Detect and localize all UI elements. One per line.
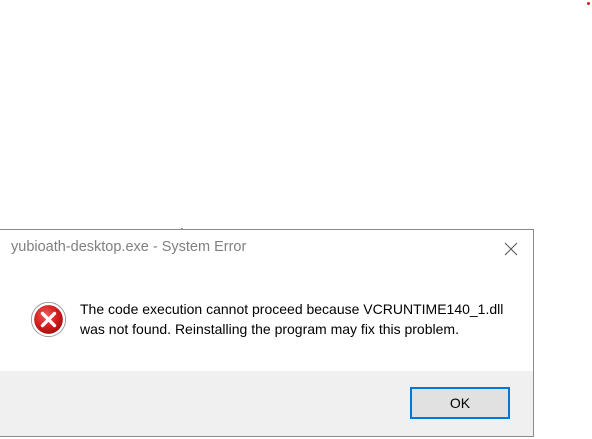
close-button[interactable]	[488, 230, 533, 268]
system-error-dialog: yubioath-desktop.exe - System Error The …	[0, 229, 534, 437]
dialog-titlebar[interactable]: yubioath-desktop.exe - System Error	[0, 230, 533, 268]
stray-red-dot	[587, 2, 590, 5]
dialog-footer: OK	[0, 371, 533, 436]
dialog-title: yubioath-desktop.exe - System Error	[11, 239, 247, 255]
error-message: The code execution cannot proceed becaus…	[80, 301, 504, 337]
error-icon	[30, 301, 67, 338]
close-icon	[504, 242, 517, 256]
ok-button[interactable]: OK	[410, 387, 510, 419]
dialog-content: The code execution cannot proceed becaus…	[0, 268, 533, 372]
